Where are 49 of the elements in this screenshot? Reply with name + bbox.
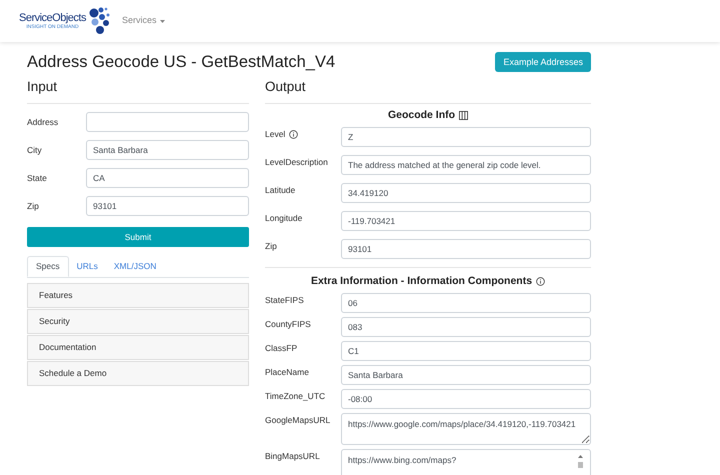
output-textarea[interactable]: https://www.bing.com/maps? xyxy=(341,448,591,475)
page-title: Address Geocode US - GetBestMatch_V4 xyxy=(27,52,336,73)
output-field[interactable]: 06 xyxy=(341,292,591,312)
services-menu[interactable]: Services xyxy=(122,14,164,28)
output-heading: Output xyxy=(265,76,591,104)
caret-icon xyxy=(160,20,164,22)
field-label: Level xyxy=(265,128,286,140)
output-field[interactable]: C1 xyxy=(341,340,591,360)
field-label: City xyxy=(27,144,43,156)
input-field[interactable] xyxy=(86,112,249,132)
field-label: State xyxy=(27,172,48,184)
tab[interactable]: XML/JSON xyxy=(106,256,164,277)
logo-name: ServiceObjects xyxy=(19,12,86,24)
field-label: TimeZone_UTC xyxy=(265,390,326,402)
output-field[interactable]: -08:00 xyxy=(341,388,591,408)
accordion-item[interactable]: Security xyxy=(27,309,249,334)
input-field[interactable]: Santa Barbara xyxy=(86,140,249,160)
field-label: Address xyxy=(27,116,60,128)
section-title: Extra Information - Information Components xyxy=(310,274,532,289)
field-label: PlaceName xyxy=(265,366,309,378)
input-field[interactable]: 93101 xyxy=(86,196,249,216)
accordion-item[interactable]: Features xyxy=(27,283,249,308)
field-label: Latitude xyxy=(265,184,296,196)
output-field[interactable]: The address matched at the general zip code level. xyxy=(341,154,591,175)
field-label: BingMapsURL xyxy=(265,450,320,462)
output-field[interactable]: Santa Barbara xyxy=(341,364,591,384)
field-label: Zip xyxy=(27,200,40,212)
columns-icon xyxy=(459,111,468,120)
field-label: LevelDescription xyxy=(265,156,328,168)
field-label: ClassFP xyxy=(265,342,298,354)
input-field[interactable]: CA xyxy=(86,168,249,188)
input-heading: Input xyxy=(27,76,249,104)
field-label: CountyFIPS xyxy=(265,318,311,330)
output-field[interactable]: 34.419120 xyxy=(341,182,591,203)
tab[interactable]: URLs xyxy=(68,256,106,277)
info-icon xyxy=(536,277,546,286)
section-title: Geocode Info xyxy=(388,108,456,123)
accordion-item[interactable]: Schedule a Demo xyxy=(27,361,249,386)
field-label: GoogleMapsURL xyxy=(265,414,330,426)
field-label: Zip xyxy=(265,240,277,252)
field-label: StateFIPS xyxy=(265,294,304,306)
output-field[interactable]: 083 xyxy=(341,316,591,336)
output-textarea[interactable]: https://www.google.com/maps/place/34.419120,-119.703421 xyxy=(341,412,591,444)
output-field[interactable]: -119.703421 xyxy=(341,210,591,231)
accordion-item[interactable]: Documentation xyxy=(27,335,249,360)
output-field[interactable]: Z xyxy=(341,126,591,147)
tab[interactable]: Specs xyxy=(27,256,69,277)
output-field[interactable]: 93101 xyxy=(341,238,591,259)
field-label: Longitude xyxy=(265,212,302,224)
